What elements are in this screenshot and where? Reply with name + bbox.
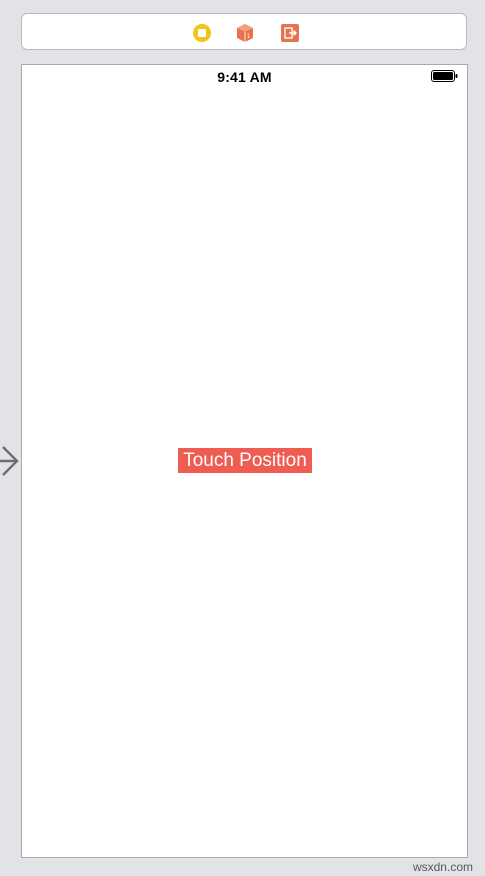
touch-position-label: Touch Position <box>178 448 312 473</box>
scene-dock: 1 <box>21 13 467 50</box>
watermark: wsxdn.com <box>412 860 473 874</box>
status-time: 9:41 AM <box>217 69 272 85</box>
view-controller-scene[interactable]: 9:41 AM Touch Position <box>21 64 468 858</box>
battery-icon <box>431 70 458 82</box>
view-controller-icon[interactable] <box>192 23 212 43</box>
initial-view-controller-arrow-icon <box>0 446 19 476</box>
storyboard-canvas: 1 9:41 AM Touch Position wsxdn.com <box>0 0 485 876</box>
first-responder-icon[interactable]: 1 <box>235 23 255 43</box>
status-bar: 9:41 AM <box>22 65 467 87</box>
exit-icon[interactable] <box>280 23 300 43</box>
